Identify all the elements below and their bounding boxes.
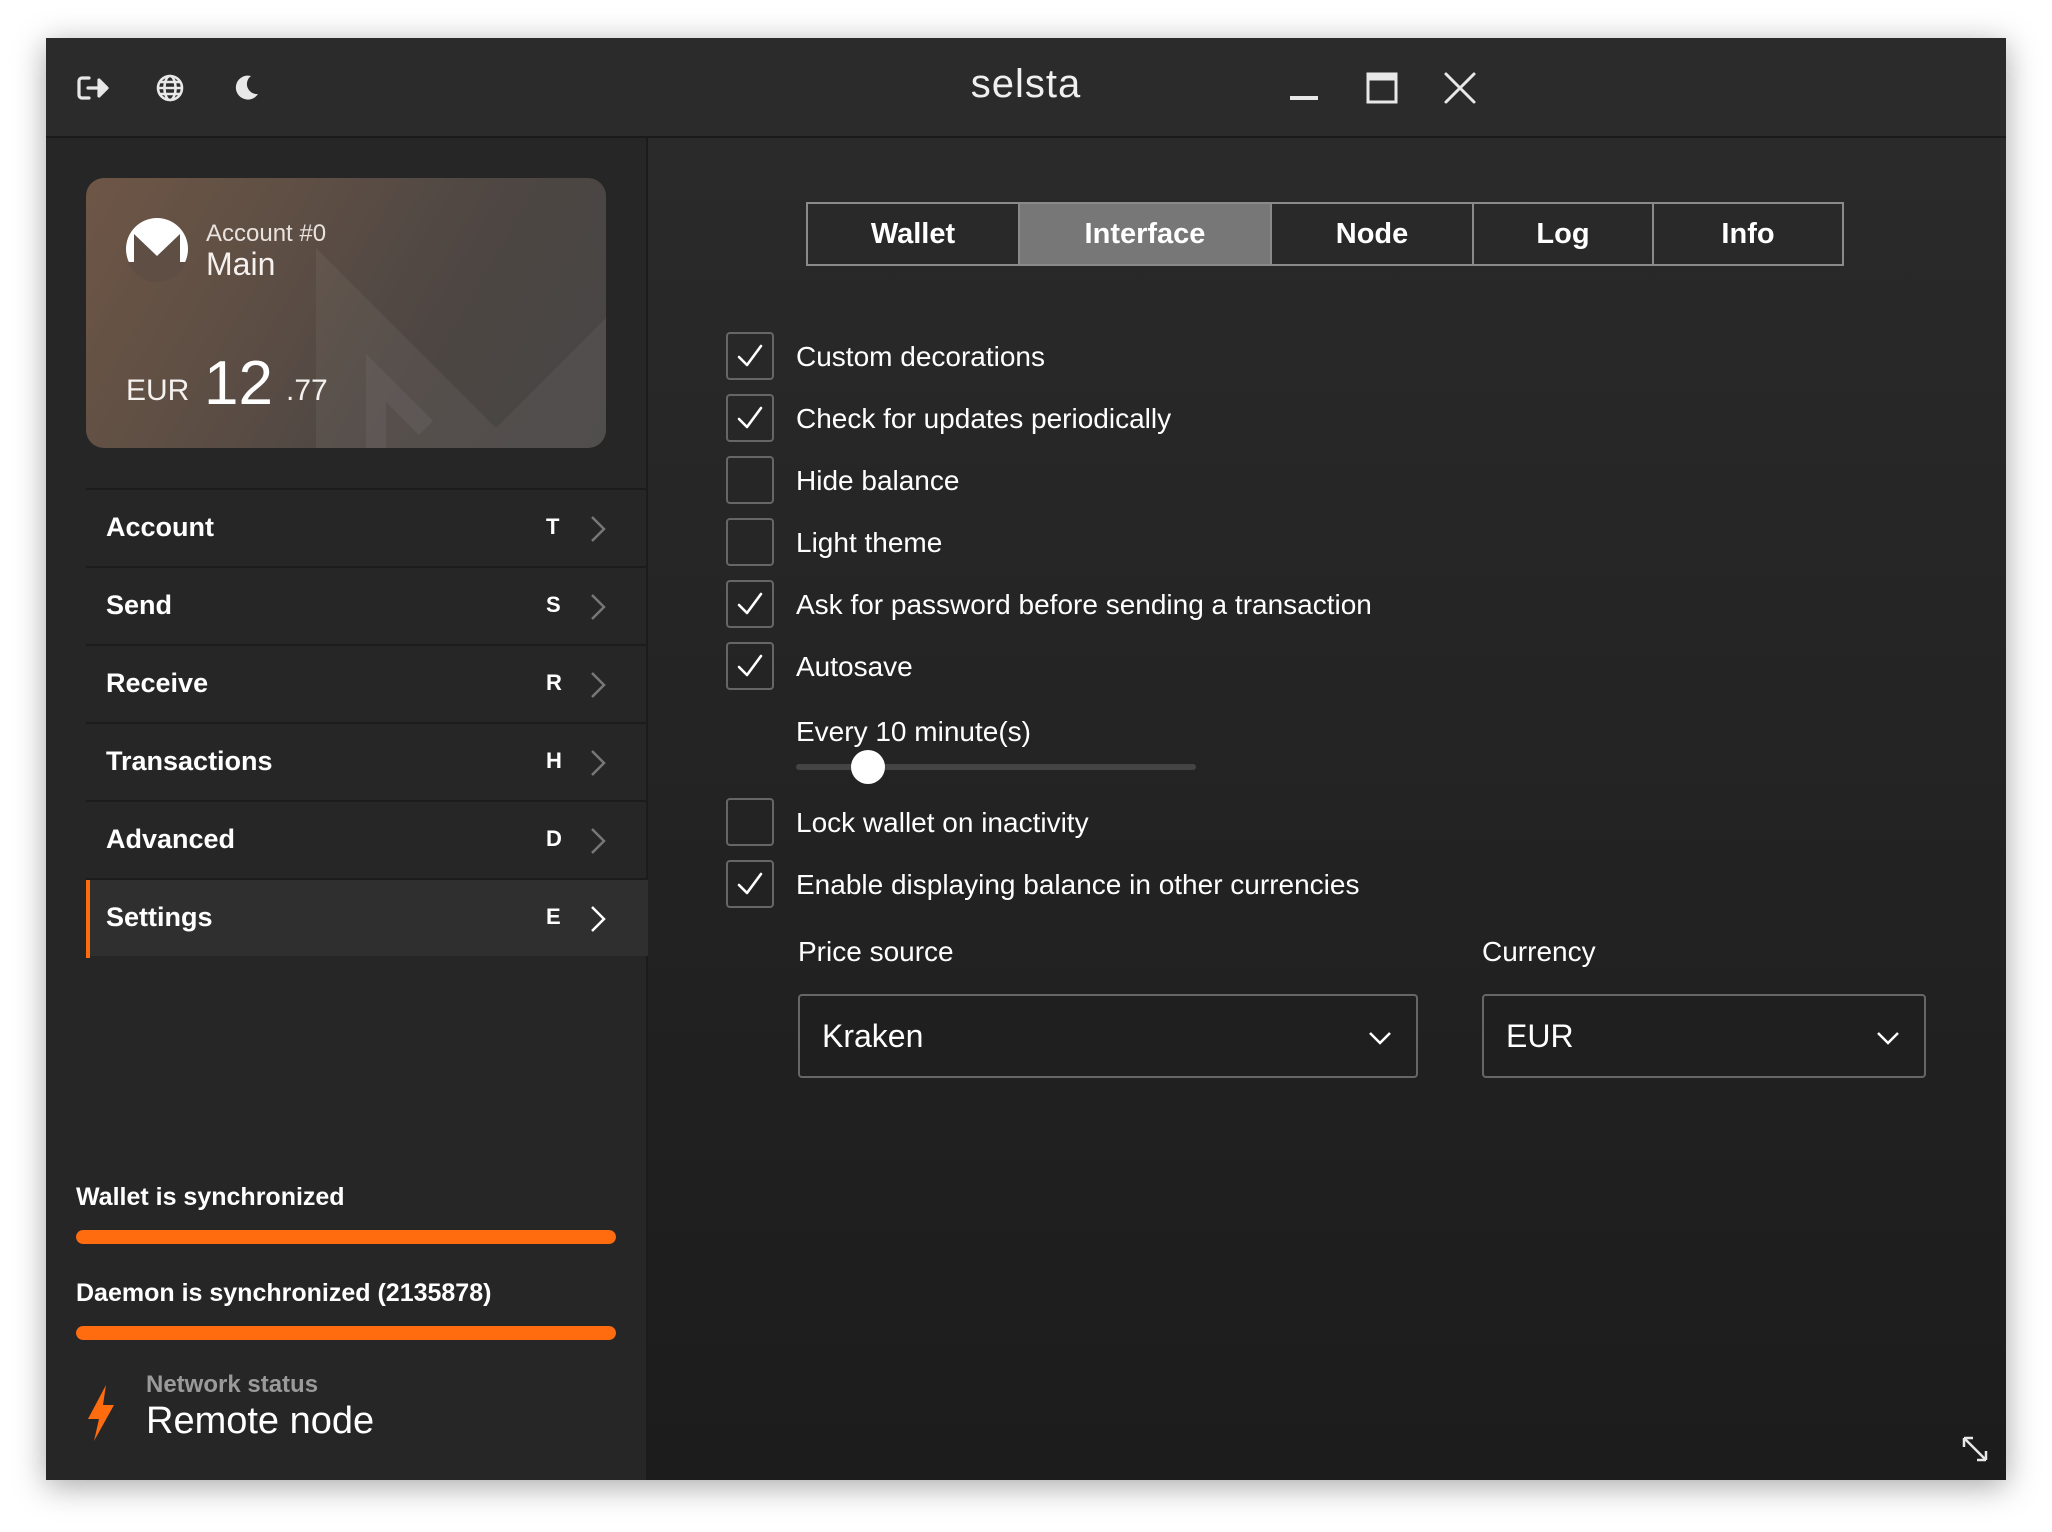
daemon-sync-progress: [76, 1326, 616, 1340]
title-bar: selsta: [46, 38, 2006, 138]
resize-icon[interactable]: [1960, 1434, 1990, 1464]
sidebar-item-label: Advanced: [106, 824, 236, 854]
option-label: Lock wallet on inactivity: [796, 807, 1089, 838]
hide-balance-checkbox[interactable]: [726, 456, 774, 504]
shortcut-key: S: [546, 592, 561, 617]
custom-decorations-checkbox[interactable]: [726, 332, 774, 380]
price-source-select[interactable]: Kraken: [798, 994, 1418, 1078]
currency-label: Currency: [1482, 936, 1596, 967]
price-source-label: Price source: [798, 936, 954, 967]
settings-tabs: Wallet Interface Node Log Info: [806, 202, 1844, 266]
daemon-sync-label: Daemon is synchronized (2135878): [76, 1279, 492, 1307]
wallet-sync-label: Wallet is synchronized: [76, 1183, 345, 1211]
currency-value: EUR: [1506, 1018, 1574, 1054]
option-label: Ask for password before sending a transa…: [796, 589, 1372, 620]
shortcut-key: E: [546, 904, 561, 929]
settings-panel: Wallet Interface Node Log Info Custom de…: [648, 138, 2006, 1480]
sidebar-menu: Account T Send S Receive R Transactions …: [86, 488, 648, 958]
option-label: Autosave: [796, 651, 913, 682]
sidebar-item-transactions[interactable]: Transactions H: [86, 722, 648, 800]
wallet-sync-fill: [76, 1230, 616, 1244]
chevron-right-icon: [591, 828, 606, 854]
sidebar-item-label: Receive: [106, 668, 209, 698]
chevron-right-icon: [591, 906, 606, 932]
sidebar-item-advanced[interactable]: Advanced D: [86, 800, 648, 878]
minimize-icon[interactable]: [1282, 66, 1326, 110]
other-currencies-checkbox[interactable]: [726, 860, 774, 908]
close-icon[interactable]: [1438, 66, 1482, 110]
wallet-sync-progress: [76, 1230, 616, 1244]
app-title: selsta: [970, 62, 1082, 106]
sidebar-item-label: Account: [106, 512, 214, 542]
lock-wallet-checkbox[interactable]: [726, 798, 774, 846]
chevron-down-icon: [1369, 1032, 1391, 1045]
tab-info[interactable]: Info: [1654, 204, 1842, 264]
shortcut-key: R: [546, 670, 562, 695]
sidebar-item-receive[interactable]: Receive R: [86, 644, 648, 722]
tab-log[interactable]: Log: [1474, 204, 1654, 264]
sidebar-item-settings[interactable]: Settings E: [86, 878, 648, 958]
sidebar-item-account[interactable]: Account T: [86, 488, 648, 566]
tab-node[interactable]: Node: [1272, 204, 1474, 264]
maximize-icon[interactable]: [1360, 66, 1404, 110]
tab-interface[interactable]: Interface: [1020, 204, 1272, 264]
shortcut-key: H: [546, 748, 562, 773]
balance-integer: 12: [204, 349, 273, 418]
autosave-slider-handle[interactable]: [851, 750, 885, 784]
option-label: Light theme: [796, 527, 943, 558]
light-theme-checkbox[interactable]: [726, 518, 774, 566]
app-window: selsta Account #0 Main EUR 12 .77 Accoun…: [46, 38, 2006, 1480]
balance-currency: EUR: [126, 374, 190, 407]
autosave-interval-label: Every 10 minute(s): [796, 716, 1031, 747]
tab-wallet[interactable]: Wallet: [808, 204, 1020, 264]
checkmark-icon: [737, 592, 763, 615]
chevron-right-icon: [591, 750, 606, 776]
currency-select[interactable]: EUR: [1482, 994, 1926, 1078]
monero-logo: [126, 218, 188, 282]
balance-decimal: .77: [286, 374, 328, 407]
checkmark-icon: [737, 406, 763, 429]
option-label: Check for updates periodically: [796, 403, 1172, 434]
network-status-label: Network status: [146, 1371, 319, 1398]
sidebar-item-label: Transactions: [106, 746, 273, 776]
daemon-sync-fill: [76, 1326, 616, 1340]
sidebar: Account #0 Main EUR 12 .77 Account T Sen…: [46, 138, 648, 1480]
checkmark-icon: [737, 344, 763, 367]
sidebar-item-label: Send: [106, 590, 173, 620]
check-updates-checkbox[interactable]: [726, 394, 774, 442]
option-label: Enable displaying balance in other curre…: [796, 869, 1360, 900]
chevron-right-icon: [591, 672, 606, 698]
account-card[interactable]: Account #0 Main EUR 12 .77: [86, 178, 606, 448]
checkmark-icon: [737, 654, 763, 677]
chevron-right-icon: [591, 516, 606, 542]
autosave-checkbox[interactable]: [726, 642, 774, 690]
option-label: Custom decorations: [796, 341, 1046, 372]
account-name: Main: [206, 246, 276, 282]
chevron-right-icon: [591, 594, 606, 620]
chevron-down-icon: [1877, 1032, 1899, 1045]
checkmark-icon: [737, 872, 763, 895]
lightning-icon: [88, 1385, 114, 1441]
shortcut-key: D: [546, 826, 562, 851]
sidebar-item-send[interactable]: Send S: [86, 566, 648, 644]
price-source-value: Kraken: [822, 1018, 924, 1054]
network-status-value: Remote node: [146, 1400, 375, 1442]
account-number: Account #0: [206, 220, 327, 247]
shortcut-key: T: [546, 514, 560, 539]
ask-password-checkbox[interactable]: [726, 580, 774, 628]
option-label: Hide balance: [796, 465, 960, 496]
sidebar-item-label: Settings: [106, 902, 213, 932]
